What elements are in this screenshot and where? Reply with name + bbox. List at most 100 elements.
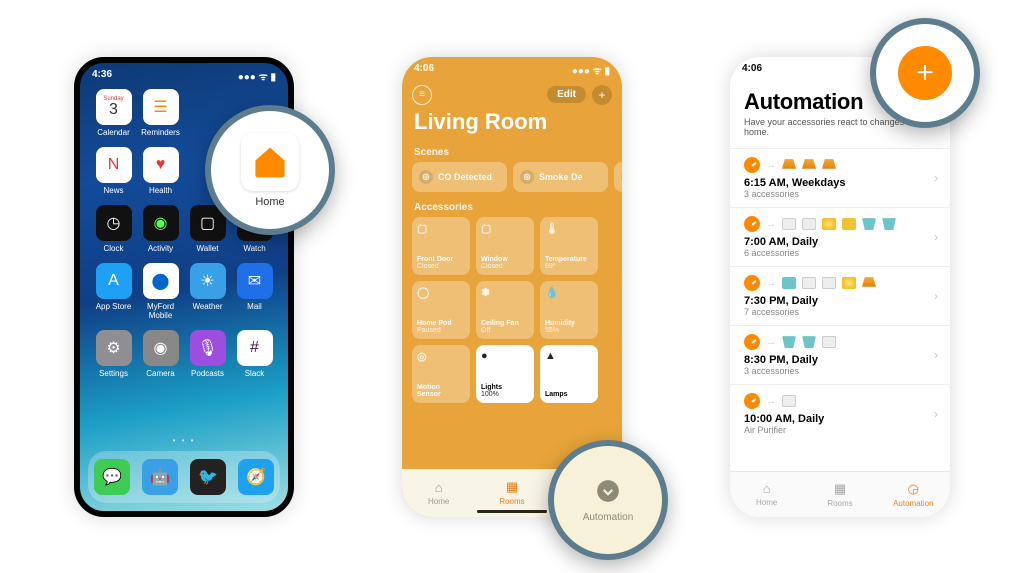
- app-calendar[interactable]: Sunday3Calendar: [90, 89, 137, 137]
- scenes-list: ◎CO Detected◎Smoke De◎Fan 50🏠Alarm Off: [402, 162, 622, 198]
- clock-icon: [744, 216, 760, 232]
- clock-time: 4:06: [414, 63, 434, 77]
- rooms-list-button[interactable]: ≡: [412, 85, 432, 105]
- accessory-humidity[interactable]: 💧Humidity55%: [540, 281, 598, 339]
- automation-row[interactable]: →7:30 PM, Daily7 accessories›: [730, 266, 950, 325]
- clock-icon: [744, 334, 760, 350]
- app-news[interactable]: NNews: [90, 147, 137, 195]
- accessory-mini-icon: [822, 218, 836, 230]
- accessory-lights[interactable]: ●Lights100%: [476, 345, 534, 403]
- automation-row[interactable]: →8:30 PM, Daily3 accessories›: [730, 325, 950, 384]
- chevron-right-icon: ›: [934, 289, 938, 303]
- accessory-icon: ✽: [481, 286, 529, 299]
- accessory-lamps[interactable]: ▲Lamps: [540, 345, 598, 403]
- dock: 💬 🤖 🐦 🧭: [88, 451, 280, 503]
- callout-home-app: Home: [205, 105, 335, 235]
- accessory-ceiling-fan[interactable]: ✽Ceiling FanOff: [476, 281, 534, 339]
- accessory-icon: 🌡: [545, 222, 593, 235]
- accessory-temperature[interactable]: 🌡Temperature69°: [540, 217, 598, 275]
- accessory-mini-icon: [802, 336, 816, 348]
- automation-row[interactable]: →7:00 AM, Daily6 accessories›: [730, 207, 950, 266]
- app-clock[interactable]: ◷Clock: [90, 205, 137, 253]
- automation-row[interactable]: →6:15 AM, Weekdays3 accessories›: [730, 148, 950, 207]
- app-settings[interactable]: ⚙Settings: [90, 330, 137, 378]
- dock-app-bird[interactable]: 🐦: [190, 459, 226, 495]
- scene-fan-50[interactable]: ◎Fan 50: [614, 162, 622, 192]
- app-myford-mobile[interactable]: ⬤MyFord Mobile: [137, 263, 184, 320]
- accessory-icon: 💧: [545, 286, 593, 299]
- app-health[interactable]: ♥Health: [137, 147, 184, 195]
- accessory-window[interactable]: ▢WindowClosed: [476, 217, 534, 275]
- clock-time: 4:36: [92, 69, 112, 83]
- rooms-icon: ▦: [506, 479, 518, 495]
- accessory-icon: ▢: [481, 222, 529, 235]
- status-bar: 4:36 ●●● ᯤ ▮: [80, 63, 288, 85]
- dock-app-messages[interactable]: 💬: [94, 459, 130, 495]
- accessory-mini-icon: [782, 277, 796, 289]
- accessory-mini-icon: [782, 218, 796, 230]
- tab-home[interactable]: ⌂Home: [402, 469, 475, 517]
- accessory-mini-icon: [802, 277, 816, 289]
- accessory-icon: ●: [481, 350, 529, 362]
- accessory-mini-icon: [862, 218, 876, 230]
- app-slack[interactable]: #Slack: [231, 330, 278, 378]
- callout-label: Home: [255, 196, 284, 208]
- scene-icon: ◎: [621, 170, 622, 184]
- app-weather[interactable]: ☀Weather: [184, 263, 231, 320]
- accessory-motion-sensor[interactable]: ◎Motion Sensor: [412, 345, 470, 403]
- app-mail[interactable]: ✉Mail: [231, 263, 278, 320]
- app-podcasts[interactable]: 🎙Podcasts: [184, 330, 231, 378]
- clock-icon: [744, 157, 760, 173]
- arrow-icon: →: [766, 160, 776, 171]
- accessory-mini-icon: [782, 336, 796, 348]
- edit-button[interactable]: Edit: [547, 86, 586, 103]
- home-icon: ⌂: [435, 480, 443, 495]
- accessory-icon: ◯: [417, 286, 465, 299]
- chevron-right-icon: ›: [934, 407, 938, 421]
- accessory-mini-icon: [862, 277, 876, 289]
- clock-icon: [744, 275, 760, 291]
- tab-automation[interactable]: ◶Automation: [877, 472, 950, 517]
- scene-icon: ◎: [520, 170, 534, 184]
- accessories-header: Accessories: [402, 198, 622, 217]
- status-icons: ●●● ᯤ ▮: [238, 69, 276, 83]
- arrow-icon: →: [766, 337, 776, 348]
- arrow-icon: →: [766, 396, 776, 407]
- chevron-right-icon: ›: [934, 230, 938, 244]
- accessory-mini-icon: [782, 395, 796, 407]
- scene-icon: ◎: [419, 170, 433, 184]
- automation-icon: ◶: [908, 481, 919, 497]
- automation-tab-icon[interactable]: [595, 478, 621, 510]
- accessory-mini-icon: [822, 336, 836, 348]
- accessory-mini-icon: [802, 159, 816, 171]
- accessory-mini-icon: [822, 277, 836, 289]
- app-reminders[interactable]: ☰Reminders: [137, 89, 184, 137]
- arrow-icon: →: [766, 278, 776, 289]
- add-automation-button[interactable]: +: [898, 46, 952, 100]
- accessory-home-pod[interactable]: ◯Home PodPaused: [412, 281, 470, 339]
- tab-bar: ⌂Home▦Rooms◶Automation: [730, 471, 950, 517]
- app-camera[interactable]: ◉Camera: [137, 330, 184, 378]
- scenes-header: Scenes: [402, 143, 622, 162]
- dock-app-safari[interactable]: 🧭: [238, 459, 274, 495]
- accessory-mini-icon: [882, 218, 896, 230]
- scene-smoke-de[interactable]: ◎Smoke De: [513, 162, 608, 192]
- home-app-icon[interactable]: [241, 133, 299, 191]
- tab-rooms[interactable]: ▦Rooms: [803, 472, 876, 517]
- callout-label: Automation: [583, 512, 634, 523]
- app-activity[interactable]: ◉Activity: [137, 205, 184, 253]
- automation-row[interactable]: →10:00 AM, DailyAir Purifier›: [730, 384, 950, 443]
- app-app-store[interactable]: AApp Store: [90, 263, 137, 320]
- accessory-icon: ◎: [417, 350, 465, 363]
- tab-home[interactable]: ⌂Home: [730, 472, 803, 517]
- accessory-mini-icon: [842, 218, 856, 230]
- scene-co-detected[interactable]: ◎CO Detected: [412, 162, 507, 192]
- automation-list: →6:15 AM, Weekdays3 accessories›→7:00 AM…: [730, 148, 950, 443]
- dock-app-bot[interactable]: 🤖: [142, 459, 178, 495]
- accessory-mini-icon: [842, 277, 856, 289]
- add-button[interactable]: +: [592, 85, 612, 105]
- accessory-front-door[interactable]: ▢Front DoorClosed: [412, 217, 470, 275]
- clock-time: 4:06: [742, 63, 762, 77]
- page-dots: • • •: [80, 436, 288, 445]
- chevron-right-icon: ›: [934, 348, 938, 362]
